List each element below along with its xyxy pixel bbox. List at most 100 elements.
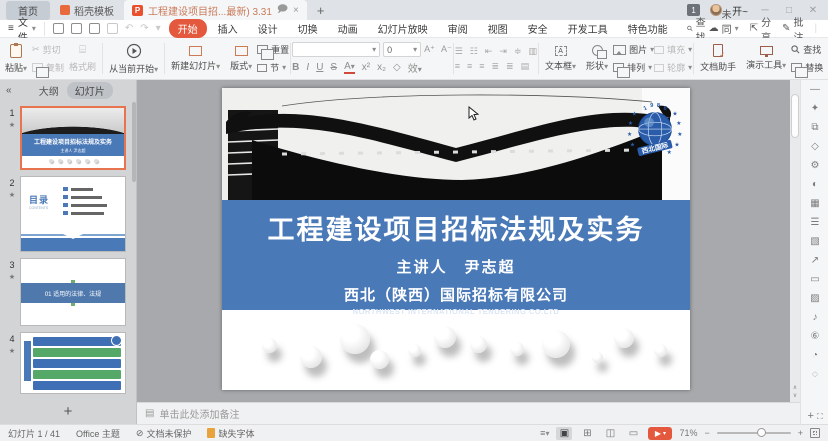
save-icon[interactable] <box>53 23 64 34</box>
current-slide[interactable]: 1 98 6 ★★★ ★★ ★★★ ★★ 西北国际 工程建设项目招标法规及实务 <box>222 88 690 390</box>
columns-icon[interactable]: ▤ <box>521 61 530 72</box>
outline-button[interactable]: 轮廓▾ <box>654 61 692 74</box>
protection-status[interactable]: ⊘ 文档未保护 <box>136 427 192 440</box>
export-icon[interactable]: ↗ <box>801 251 828 270</box>
panel-collapse-icon[interactable]: « <box>6 85 12 96</box>
ribbon-tab-1[interactable]: 插入 <box>209 19 247 38</box>
comment-bubble-icon[interactable]: 🗩 <box>277 2 288 19</box>
clear-format-icon[interactable]: ◇ <box>393 62 401 73</box>
new-slide-button[interactable]: 新建幻灯片▾ <box>166 38 225 79</box>
print-icon[interactable] <box>71 23 82 34</box>
title-banner[interactable]: 工程建设项目招标法规及实务 主讲人 尹志超 西北（陕西）国际招标有限公司 NOR… <box>222 200 690 310</box>
audio-icon[interactable]: ♪ <box>801 308 828 327</box>
format-painter-button[interactable]: ⌸ 格式刷 <box>64 38 101 79</box>
picture-icon[interactable]: ▨ <box>801 289 828 308</box>
zoom-out-icon[interactable]: − <box>704 428 709 438</box>
shapes-icon[interactable]: ⧉ <box>801 118 828 137</box>
reset-button[interactable]: 重置 <box>257 43 289 56</box>
document-tab[interactable]: P 工程建设项目招...最新) 3.31 🗩 × <box>124 0 307 20</box>
replace-button[interactable]: 替换 <box>791 61 823 74</box>
scrollbar-thumb[interactable] <box>791 94 799 138</box>
align-center-icon[interactable]: ≡ <box>467 61 472 72</box>
zoom-percent[interactable]: 71% <box>679 428 697 438</box>
indent-increase-icon[interactable]: ⇥ <box>499 46 507 57</box>
show-settings-icon[interactable]: ▭ <box>625 427 641 440</box>
decrease-font-icon[interactable]: A⁻ <box>441 44 452 55</box>
underline-button[interactable]: U <box>316 62 323 73</box>
slide-1-thumbnail[interactable]: 工程建设项目招标法规及实务 主讲人 尹志超 <box>20 106 126 170</box>
zoom-slider-knob[interactable] <box>757 428 766 437</box>
slide-3-thumbnail[interactable]: 01 适用的法律、法规 <box>20 258 126 326</box>
reading-view-icon[interactable]: ◫ <box>602 427 618 440</box>
file-menu[interactable]: ≡ 文件 ▾ <box>0 22 45 36</box>
slide-4-thumbnail[interactable] <box>20 332 126 394</box>
textbox-button[interactable]: A 文本框▾ <box>540 38 581 79</box>
docer-tab[interactable]: 稻壳模板 <box>50 0 124 20</box>
justify-icon[interactable]: ≣ <box>492 61 500 72</box>
slide-sorter-icon[interactable]: ⊞ <box>579 427 595 440</box>
bullets-icon[interactable]: ☰ <box>455 46 463 57</box>
slide-canvas[interactable]: 1 98 6 ★★★ ★★ ★★★ ★★ 西北国际 工程建设项目招标法规及实务 <box>137 80 790 402</box>
selection-tool-icon[interactable]: ⛶ <box>817 412 823 421</box>
doc-assistant-button[interactable]: 文档助手 <box>695 38 741 79</box>
beautify-icon[interactable]: ✦ <box>801 99 828 118</box>
new-tab-button[interactable]: + <box>317 3 325 18</box>
shapes-button[interactable]: 形状▾ <box>581 38 613 79</box>
canvas-scrollbar[interactable]: ∧ ∨ <box>790 80 800 402</box>
panel-collapse-icon[interactable]: — <box>801 80 828 99</box>
undo-icon[interactable]: ↶ <box>125 23 133 34</box>
text-effect-button[interactable]: 效▾ <box>408 60 422 75</box>
zoom-slider[interactable] <box>717 432 791 434</box>
more-tools-icon[interactable]: ◌ <box>801 365 828 384</box>
quickbar-more-icon[interactable]: ▾ <box>156 23 161 34</box>
ribbon-tab-2[interactable]: 设计 <box>249 19 287 38</box>
export-pdf-icon[interactable] <box>107 23 118 34</box>
slideshow-play-button[interactable]: ▶▾ <box>648 427 672 440</box>
font-name-combo[interactable]: ▾ <box>292 42 380 57</box>
home-tab[interactable]: 首页 <box>6 1 50 20</box>
section-button[interactable]: 节▾ <box>257 61 289 74</box>
missing-font-warning[interactable]: 缺失字体 <box>207 427 254 440</box>
normal-view-icon[interactable]: ▣ <box>556 427 572 440</box>
panel-scrollbar[interactable] <box>132 102 136 182</box>
gear-icon[interactable]: ⚙ <box>801 156 828 175</box>
text-direction-icon[interactable]: ▥ <box>529 46 538 57</box>
superscript-button[interactable]: x² <box>362 62 370 73</box>
color-fill-icon[interactable]: ◐ <box>801 175 828 194</box>
arrange-button[interactable]: 排列▾ <box>613 61 654 74</box>
indent-decrease-icon[interactable]: ⇤ <box>485 46 493 57</box>
find-button[interactable]: 查找 <box>791 43 823 56</box>
tab-close-icon[interactable]: × <box>293 5 299 16</box>
line-spacing-icon[interactable]: ≑ <box>514 46 522 57</box>
zoom-in-icon[interactable]: + <box>798 428 803 438</box>
print-preview-icon[interactable] <box>89 23 100 34</box>
ribbon-tab-3[interactable]: 切换 <box>289 19 327 38</box>
image-icon[interactable]: ▧ <box>801 232 828 251</box>
fit-slide-icon[interactable] <box>810 428 820 438</box>
ribbon-tab-6[interactable]: 审阅 <box>439 19 477 38</box>
ribbon-tab-8[interactable]: 安全 <box>519 19 557 38</box>
font-color-button[interactable]: A▾ <box>344 61 355 74</box>
ribbon-tab-0[interactable]: 开始 <box>169 19 207 38</box>
align-right-icon[interactable]: ≡ <box>479 61 484 72</box>
previous-slide-icon[interactable]: ∧ <box>790 384 800 392</box>
italic-button[interactable]: I <box>306 62 309 73</box>
strikethrough-button[interactable]: S <box>330 62 337 73</box>
slides-tab[interactable]: 幻灯片 <box>67 82 113 99</box>
design-icon[interactable]: ◇ <box>801 137 828 156</box>
cut-button[interactable]: ✂ 剪切 <box>32 43 64 56</box>
layout-button[interactable]: 版式▾ <box>225 38 257 79</box>
increase-font-icon[interactable]: A⁺ <box>424 44 435 55</box>
ribbon-tab-5[interactable]: 幻灯片放映 <box>369 19 437 38</box>
paste-button[interactable]: 粘贴▾ <box>0 38 32 79</box>
number-icon[interactable]: ⑥ <box>801 327 828 346</box>
notes-toggle-icon[interactable]: ≡▾ <box>540 428 549 438</box>
fill-button[interactable]: 填充▾ <box>654 43 692 56</box>
copy-button[interactable]: 复制 <box>32 61 64 74</box>
grid-layout-icon[interactable]: ▦ <box>801 194 828 213</box>
font-size-combo[interactable]: 0▾ <box>383 42 421 57</box>
play-from-current-button[interactable]: 从当前开始▾ <box>104 38 163 79</box>
present-tools-button[interactable]: 演示工具▾ <box>741 38 791 79</box>
ribbon-tab-10[interactable]: 特色功能 <box>619 19 677 38</box>
clock-icon[interactable]: ◔ <box>801 346 828 365</box>
